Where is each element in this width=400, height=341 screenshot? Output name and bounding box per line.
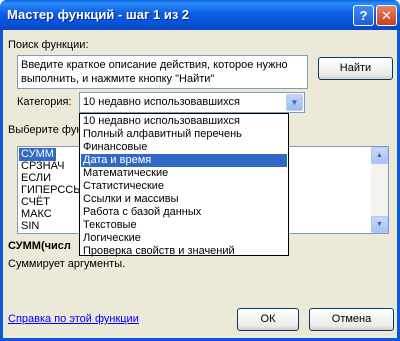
close-button[interactable]: ✕ [376,5,397,26]
function-syntax: СУММ(числ [8,240,71,252]
dropdown-option[interactable]: Текстовые [81,219,287,232]
search-description-input[interactable]: Введите краткое описание действия, котор… [17,55,308,89]
dropdown-option[interactable]: Полный алфавитный перечень [81,128,287,141]
chevron-down-icon[interactable]: ▼ [286,94,303,111]
dropdown-option[interactable]: Проверка свойств и значений [81,245,287,257]
ok-button[interactable]: ОК [237,308,299,331]
dropdown-option[interactable]: Логические [81,232,287,245]
category-select[interactable]: 10 недавно использовавшихся ▼ [79,92,305,113]
dropdown-option[interactable]: Статистические [81,180,287,193]
dropdown-option[interactable]: Финансовые [81,141,287,154]
category-selected-value: 10 недавно использовавшихся [83,96,241,108]
window-title: Мастер функций - шаг 1 из 2 [7,7,190,22]
dropdown-option[interactable]: Математические [81,167,287,180]
scroll-down-icon[interactable]: ▼ [371,216,388,233]
function-list-scrollbar[interactable]: ▲ ▼ [371,147,388,233]
dropdown-option-highlighted[interactable]: Дата и время [81,154,287,167]
category-dropdown-list[interactable]: 10 недавно использовавшихся Полный алфав… [79,113,289,257]
list-item[interactable]: SIN [21,220,39,233]
dropdown-option[interactable]: Работа с базой данных [81,206,287,219]
function-description: Суммирует аргументы. [8,258,126,270]
help-button[interactable]: ? [353,5,374,26]
category-label: Категория: [17,96,72,108]
dialog-window: Мастер функций - шаг 1 из 2 ? ✕ Поиск фу… [0,0,400,341]
title-bar[interactable]: Мастер функций - шаг 1 из 2 ? ✕ [0,0,400,30]
dropdown-option[interactable]: 10 недавно использовавшихся [81,115,287,128]
help-link[interactable]: Справка по этой функции [8,313,139,325]
cancel-button[interactable]: Отмена [309,308,394,331]
find-button[interactable]: Найти [318,57,393,80]
function-list-label: Выберите фун [8,124,83,136]
dropdown-option[interactable]: Ссылки и массивы [81,193,287,206]
scroll-up-icon[interactable]: ▲ [371,147,388,164]
search-label: Поиск функции: [8,39,89,51]
